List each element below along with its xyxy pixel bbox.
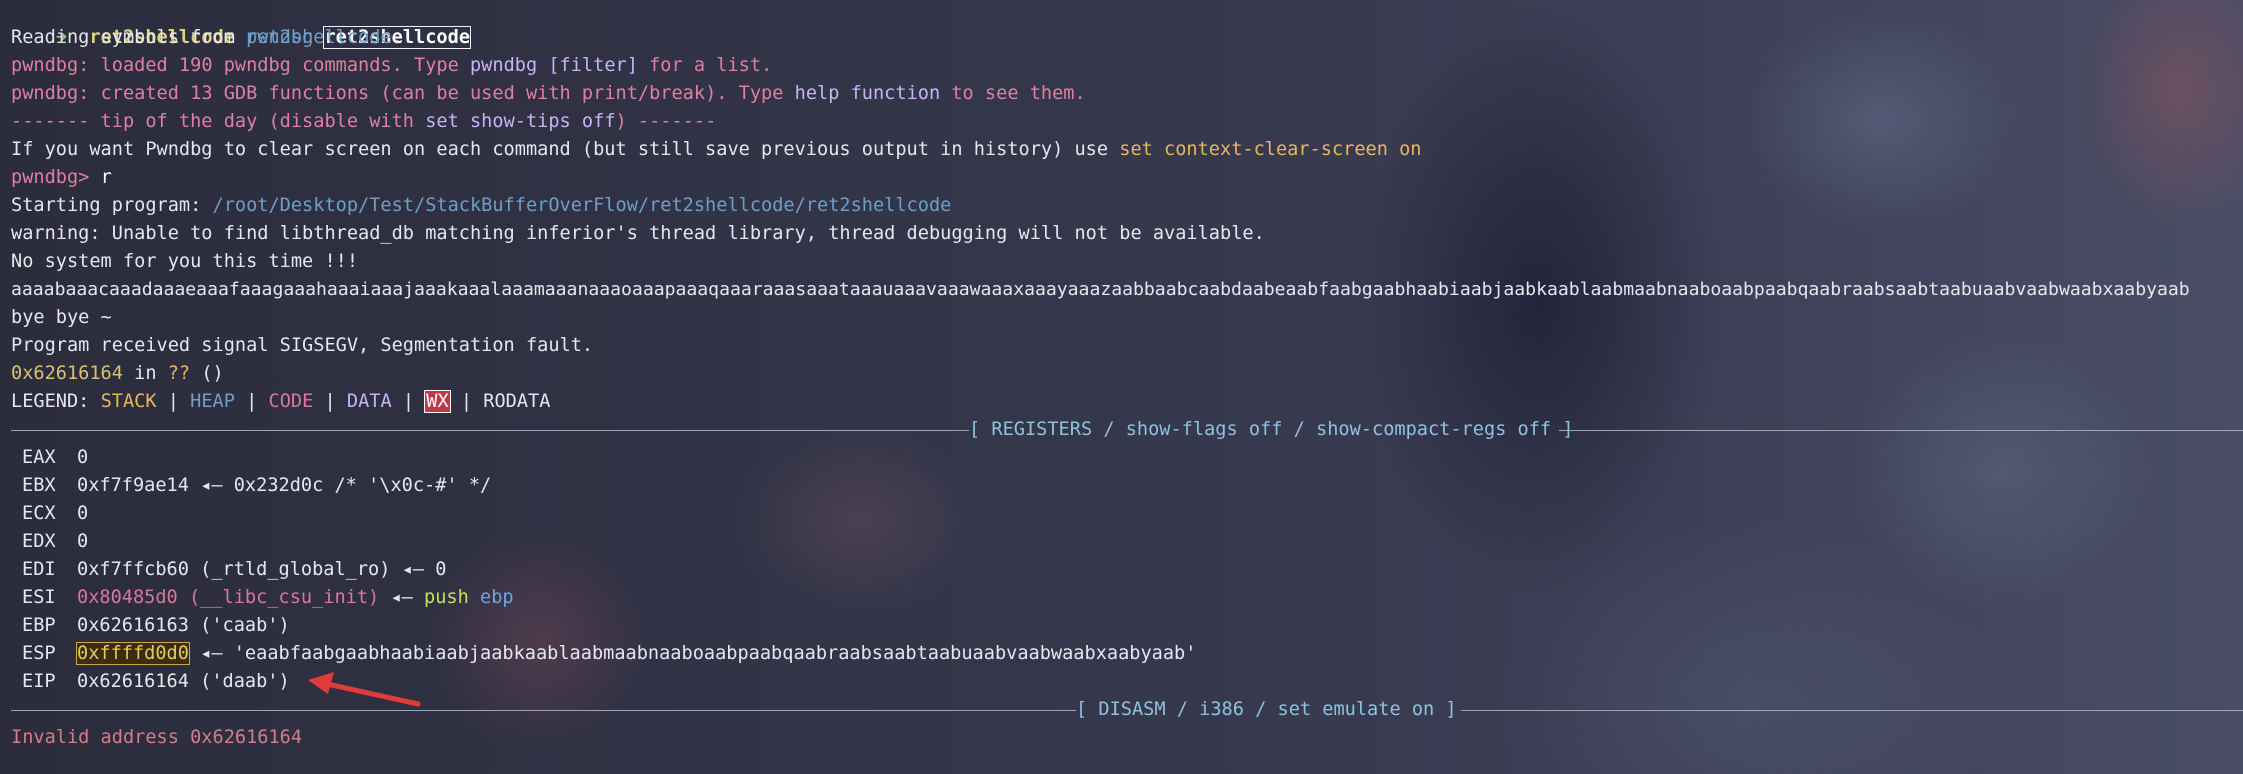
register-ebx[interactable]: EBX 0xf7f9ae14 ◂— 0x232d0c /* '\x0c-#' */	[22, 472, 491, 500]
register-eip[interactable]: EIP 0x62616164 ('daab')	[22, 668, 290, 696]
cyclic-pattern-line: aaaabaaacaaadaaaeaaafaaagaaahaaaiaaajaaa…	[11, 279, 2190, 300]
program-path: /root/Desktop/Test/StackBufferOverFlow/r…	[212, 195, 952, 216]
registers-separator: [ REGISTERS / show-flags off / show-comp…	[11, 416, 2243, 444]
disasm-header: [ DISASM / i386 / set emulate on ]	[1076, 699, 1457, 720]
legend-line: LEGEND: STACK | HEAP | CODE | DATA | WX …	[11, 388, 550, 416]
loaded-text: loaded 190 pwndbg commands. Type	[89, 55, 470, 76]
reading-suffix: ...	[391, 27, 426, 48]
register-esp[interactable]: ESP 0xffffd0d0 ◂— 'eaabfaabgaabhaabiaabja…	[22, 640, 1196, 668]
bye-line: bye bye ~	[11, 307, 112, 328]
created-text-end: to see them.	[940, 83, 1086, 104]
separator-rule	[11, 430, 969, 431]
register-value: 0xf7ffcb60 (_rtld_global_ro)	[77, 559, 391, 580]
legend-rodata: RODATA	[483, 391, 551, 412]
starting-program-line: Starting program: /root/Desktop/Test/Sta…	[11, 192, 951, 220]
legend-wx: WX	[424, 390, 451, 413]
separator-rule	[1461, 710, 2243, 711]
fault-address: 0x62616164	[11, 363, 123, 384]
legend-label: LEGEND:	[11, 391, 101, 412]
tip-body-text: If you want Pwndbg to clear screen on ea…	[11, 139, 1120, 160]
register-name: EBP	[22, 615, 56, 636]
registers-header: [ REGISTERS / show-flags off / show-comp…	[969, 419, 1574, 440]
created-text: created 13 GDB functions (can be used wi…	[89, 83, 795, 104]
pwndbg-tag: pwndbg:	[11, 55, 90, 76]
separator-rule	[1559, 430, 2243, 431]
loaded-commands-line: pwndbg: loaded 190 pwndbg commands. Type…	[11, 52, 772, 80]
register-deref: ◂— 'eaabfaabgaabhaabiaabjaabkaablaabmaab…	[188, 643, 1197, 664]
fault-location-line: 0x62616164 in ?? ()	[11, 360, 224, 388]
register-value: 0x62616163 ('caab')	[77, 615, 290, 636]
pwndbg-tag: pwndbg:	[11, 83, 90, 104]
created-functions-line: pwndbg: created 13 GDB functions (can be…	[11, 80, 1086, 108]
pwndbg-prompt-line[interactable]: pwndbg> r	[11, 164, 112, 192]
annotation-arrow-icon	[308, 672, 421, 707]
register-value: 0	[77, 447, 89, 468]
register-value: 0xffffd0d0	[76, 642, 190, 665]
register-edx[interactable]: EDX 0	[22, 528, 88, 556]
fault-in: in	[122, 363, 168, 384]
register-eax[interactable]: EAX 0	[22, 444, 88, 472]
legend-separator: |	[313, 391, 347, 412]
register-esi[interactable]: ESI 0x80485d0 (__libc_csu_init) ◂— push e…	[22, 584, 514, 612]
legend-separator: |	[449, 391, 484, 412]
register-name: EAX	[22, 447, 56, 468]
shell-prompt-line: ➜ ret2shellcode pwndbg ret2shellcode	[11, 0, 472, 49]
register-operand: ebp	[480, 587, 514, 608]
tip-header-end: ) -------	[615, 111, 717, 132]
separator-rule	[11, 710, 1076, 711]
legend-separator: |	[391, 391, 426, 412]
tip-of-day-body: If you want Pwndbg to clear screen on ea…	[11, 136, 1422, 164]
register-name: ESP	[22, 643, 56, 664]
run-command: r	[89, 167, 112, 188]
pwndbg-prompt: pwndbg>	[11, 167, 90, 188]
register-ebp[interactable]: EBP 0x62616163 ('caab')	[22, 612, 290, 640]
register-ecx[interactable]: ECX 0	[22, 500, 88, 528]
loaded-text-end: for a list.	[637, 55, 773, 76]
tip-body-command: set context-clear-screen on	[1119, 139, 1422, 160]
legend-code: CODE	[268, 391, 314, 412]
register-value: 0	[77, 531, 89, 552]
register-edi[interactable]: EDI 0xf7ffcb60 (_rtld_global_ro) ◂— 0	[22, 556, 446, 584]
fault-unknown-symbol: ??	[167, 363, 191, 384]
legend-separator: |	[234, 391, 269, 412]
legend-data: DATA	[346, 391, 392, 412]
register-deref: ◂— 0x232d0c /* '\x0c-#' */	[188, 475, 492, 496]
register-value: 0	[77, 503, 89, 524]
register-deref-arrow: ◂—	[379, 587, 425, 608]
register-value: 0x62616164 ('daab')	[77, 671, 290, 692]
sigsegv-line: Program received signal SIGSEGV, Segment…	[11, 335, 594, 356]
help-function-hint: help function	[794, 83, 941, 104]
register-name: EIP	[22, 671, 56, 692]
register-name: EDX	[22, 531, 56, 552]
register-name: ESI	[22, 587, 56, 608]
terminal-window[interactable]: ➜ ret2shellcode pwndbg ret2shellcode Rea…	[0, 0, 2243, 774]
disasm-error: Invalid address 0x62616164	[11, 727, 303, 748]
reading-prefix: Reading symbols from	[11, 27, 247, 48]
register-name: EBX	[22, 475, 56, 496]
reading-file: ret2shellcode	[246, 27, 392, 48]
legend-separator: |	[156, 391, 191, 412]
tip-disable-command: set show-tips off	[425, 111, 616, 132]
libthread-warning: warning: Unable to find libthread_db mat…	[11, 223, 1265, 244]
register-deref: ◂— 0	[390, 559, 447, 580]
register-value: 0x80485d0 (__libc_csu_init)	[77, 587, 380, 608]
tip-header-start: ------- tip of the day (disable with	[11, 111, 426, 132]
starting-prefix: Starting program:	[11, 195, 213, 216]
fault-paren: ()	[190, 363, 224, 384]
register-instruction: push	[424, 587, 469, 608]
reading-symbols-line: Reading symbols from ret2shellcode...	[11, 24, 425, 52]
register-value: 0xf7f9ae14	[77, 475, 189, 496]
register-name: ECX	[22, 503, 56, 524]
no-system-line: No system for you this time !!!	[11, 251, 359, 272]
loaded-command-hint: pwndbg [filter]	[469, 55, 638, 76]
legend-heap: HEAP	[190, 391, 235, 412]
register-name: EDI	[22, 559, 56, 580]
legend-stack: STACK	[100, 391, 157, 412]
tip-of-day-header: ------- tip of the day (disable with set…	[11, 108, 716, 136]
